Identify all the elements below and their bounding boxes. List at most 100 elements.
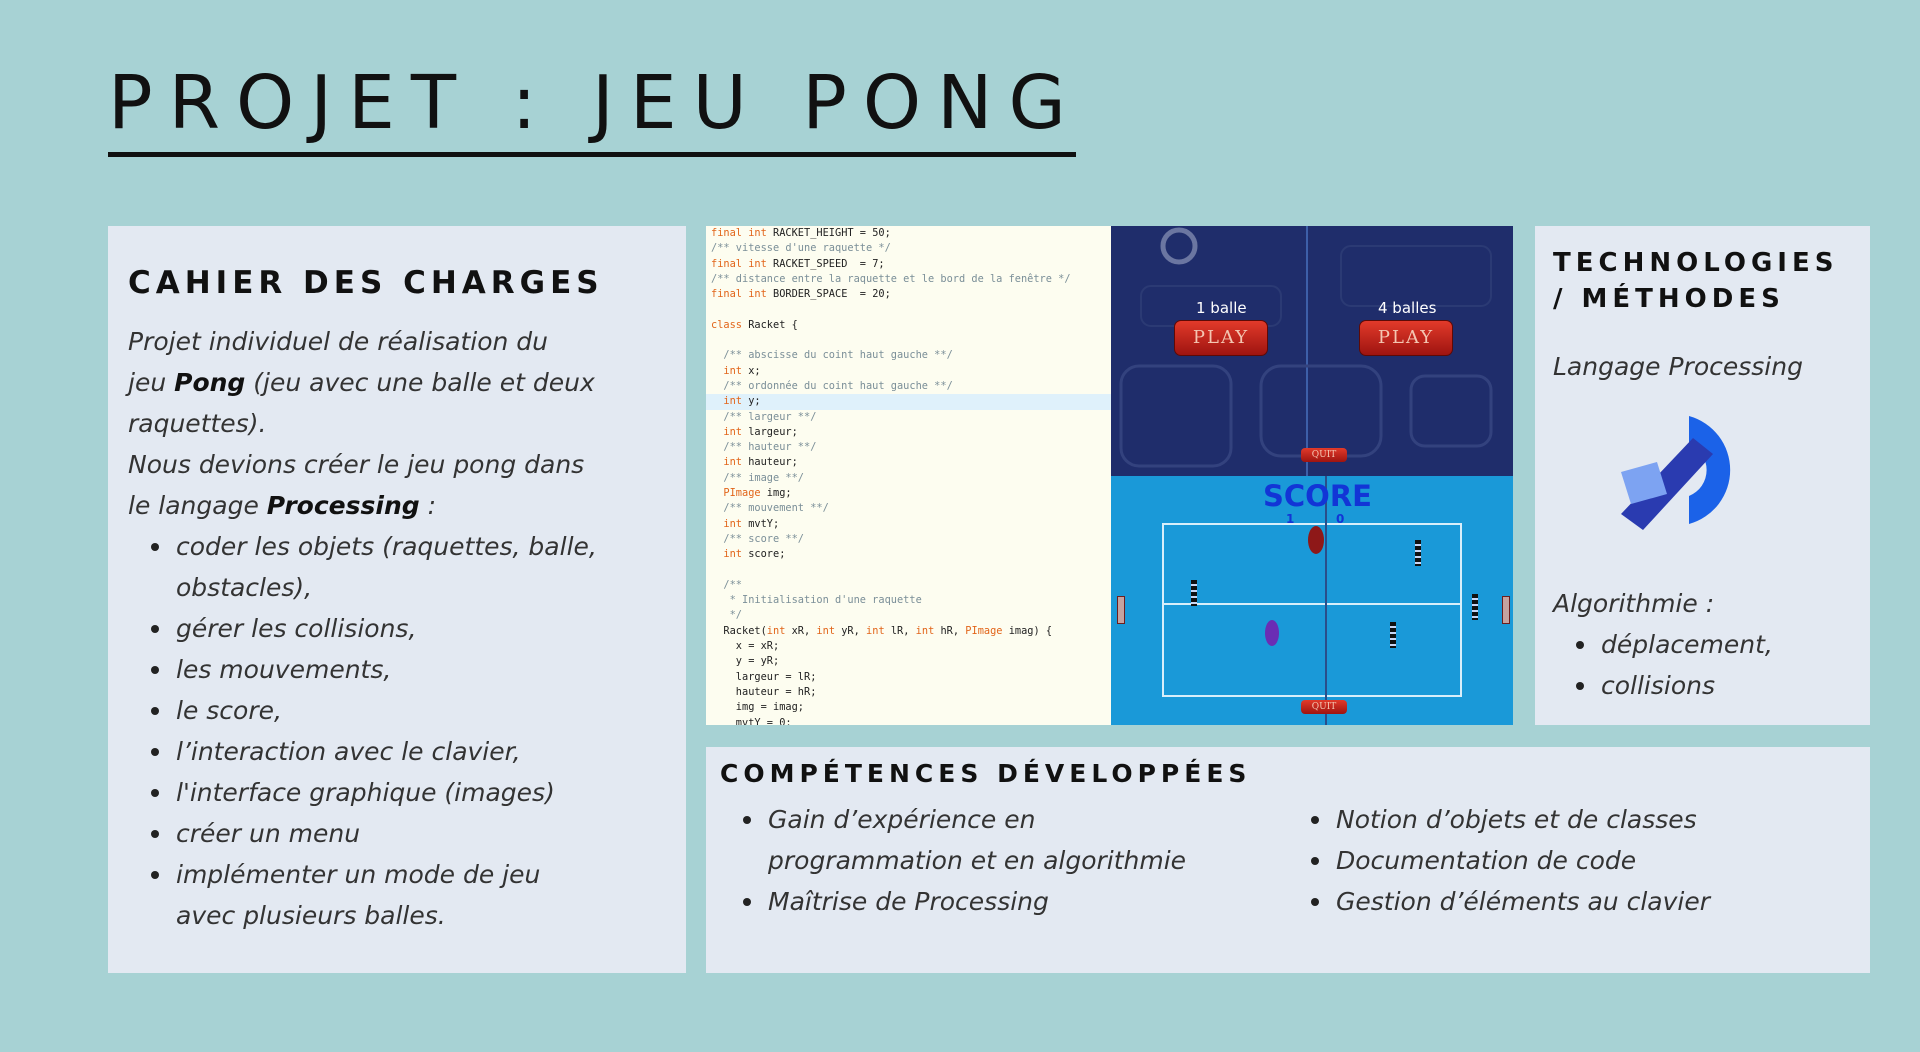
list-item-line: créer un menu [176,819,361,848]
code-token: score; [748,548,786,561]
code-line: int hauteur; [706,455,1111,470]
tech-language: Langage Processing [1553,352,1803,381]
code-token: yR, [841,624,867,637]
comp-list-2: Notion d’objets et de classes Documentati… [1288,799,1848,922]
cahier-line: jeu Pong (jeu avec une balle et deux [128,362,668,403]
list-item: gérer les collisions, [151,608,668,649]
list-item-line: obstacles), [176,573,313,602]
code-token: /** [711,578,742,591]
list-item: implémenter un mode de jeu avec plusieurs… [151,854,668,936]
code-token: hauteur = hR; [711,685,817,698]
list-item: collisions [1576,665,1863,706]
code-token: PImage [711,487,767,500]
list-item-line: programmation et en algorithmie [768,846,1187,875]
list-item-line: coder les objets (raquettes, balle, [176,532,597,561]
code-line: y = yR; [706,654,1111,669]
obstacle [1415,540,1421,566]
code-line: /** abscisse du coint haut gauche **/ [706,348,1111,363]
code-token: largeur = lR; [711,670,817,683]
code-token: img; [766,487,792,500]
tech-heading-line: TECHNOLOGIES [1553,248,1839,278]
quit-button: QUIT [1301,700,1347,714]
game-play-screenshot: SCORE 1 0 QUIT [1111,476,1513,725]
code-token: int [711,517,749,530]
tennis-court-lines [1162,476,1462,725]
list-item: l'interface graphique (images) [151,772,668,813]
list-item: créer un menu [151,813,668,854]
code-token: final int [711,288,773,301]
code-token: final int [711,227,773,239]
list-item-line: collisions [1601,671,1716,700]
code-token: hR, [940,624,966,637]
comp-col-2: Notion d’objets et de classes Documentati… [1288,799,1848,922]
list-item: déplacement, [1576,624,1863,665]
text-fragment: (jeu avec une balle et deux [245,368,595,397]
tech-heading-line: / MÉTHODES [1553,283,1785,314]
code-token: img = imag; [711,701,804,714]
code-line: */ [706,608,1111,623]
code-token: largeur; [748,425,798,438]
code-line: /** image **/ [706,471,1111,486]
score-label: SCORE [1263,479,1372,513]
bold-processing: Processing [266,491,420,520]
racket-left [1117,596,1125,624]
code-token: /** distance entre la raquette et le bor… [711,272,1071,285]
code-line: /** [706,578,1111,593]
algo-list: déplacement, collisions [1553,624,1863,706]
code-line: /** largeur **/ [706,410,1111,425]
code-line: /** ordonnée du coint haut gauche **/ [706,379,1111,394]
list-item-line: implémenter un mode de jeu [176,860,541,889]
list-item-line: avec plusieurs balles. [176,901,446,930]
code-token: int [711,456,749,469]
code-token: xR, [791,624,817,637]
cahier-task-list: coder les objets (raquettes, balle, obsta… [128,526,668,936]
code-line: final int RACKET_HEIGHT = 50; [706,226,1111,241]
cahier-des-charges-panel: CAHIER DES CHARGES Projet individuel de … [108,226,686,973]
text-fragment: : [419,491,437,520]
code-line: /** score **/ [706,532,1111,547]
code-token: y = yR; [711,655,780,668]
comp-heading: COMPÉTENCES DÉVELOPPÉES [720,759,1252,788]
list-item: Notion d’objets et de classes [1311,799,1848,840]
tech-algo: Algorithmie : déplacement, collisions [1553,583,1863,706]
cahier-line: Nous devions créer le jeu pong dans [128,450,585,479]
list-item-line: le score, [176,696,282,725]
code-token: int [816,624,842,637]
code-line: class Racket { [706,318,1111,333]
list-item: coder les objets (raquettes, balle, obsta… [151,526,668,608]
menu-option-2-label: 4 balles [1378,299,1437,317]
code-token: int [711,548,749,561]
code-token: int [711,364,749,377]
list-item: Documentation de code [1311,840,1848,881]
code-token: mvtY; [748,517,780,530]
list-item-line: l'interface graphique (images) [176,778,555,807]
list-item: le score, [151,690,668,731]
cahier-line: le langage Processing : [128,485,668,526]
list-item-line: Gestion d’éléments au clavier [1336,887,1711,916]
code-token: y; [748,395,761,408]
list-item-line: Notion d’objets et de classes [1336,805,1697,834]
comp-list-1: Gain d’expérience en programmation et en … [720,799,1280,922]
code-token: /** abscisse du coint haut gauche **/ [711,349,953,362]
list-item-line: les mouvements, [176,655,392,684]
cahier-line: Projet individuel de réalisation du [128,327,549,356]
code-token: * Initialisation d'une raquette [711,594,922,607]
score-left: 1 [1286,512,1295,526]
code-line: /** distance entre la raquette et le bor… [706,272,1111,287]
code-token: int [711,425,749,438]
code-line: /** vitesse d'une raquette */ [706,241,1111,256]
score-right: 0 [1336,512,1345,526]
text-fragment: jeu [128,368,175,397]
code-line: img = imag; [706,700,1111,715]
menu-option-1-label: 1 balle [1196,299,1247,317]
obstacle [1390,622,1396,648]
ball-purple [1265,620,1279,646]
code-line: /** hauteur **/ [706,440,1111,455]
code-token: /** vitesse d'une raquette */ [711,242,891,255]
list-item: Gestion d’éléments au clavier [1311,881,1848,922]
code-token: x; [748,364,761,377]
code-line: hauteur = hR; [706,685,1111,700]
racket-right [1502,596,1510,624]
